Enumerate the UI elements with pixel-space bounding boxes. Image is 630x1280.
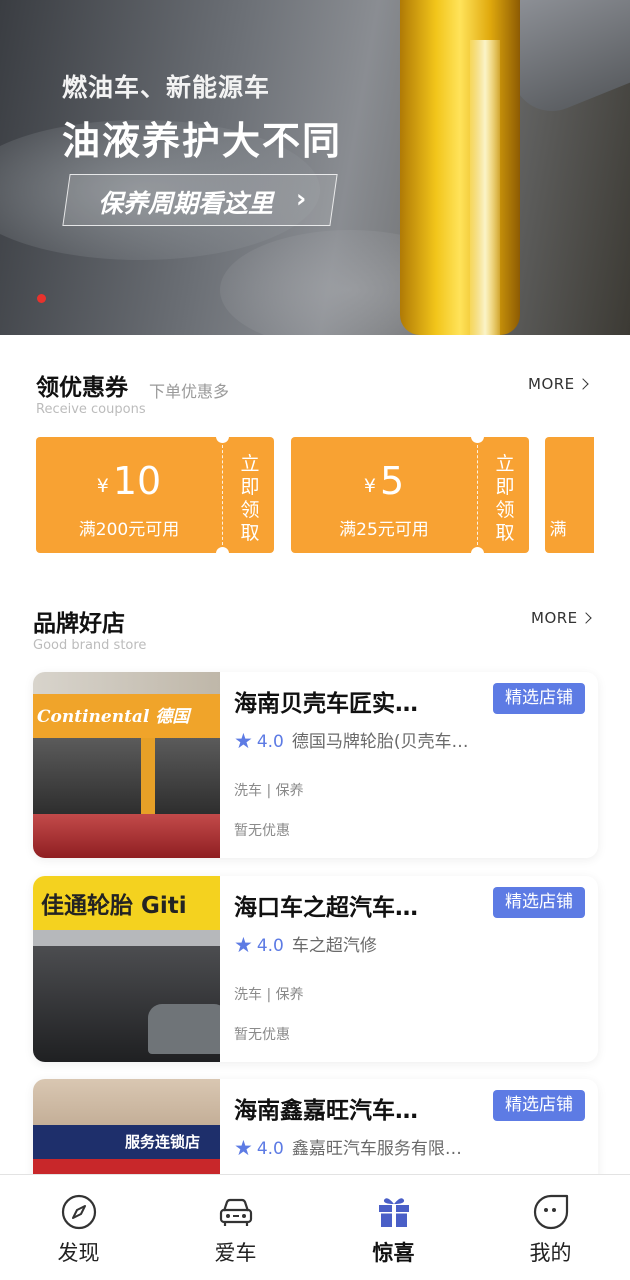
coupon-condition: 满 xyxy=(549,520,567,540)
tab-label[interactable]: 惊喜 xyxy=(315,1237,472,1267)
featured-store-badge: 精选店铺 xyxy=(493,683,585,714)
chevron-right-icon xyxy=(579,612,592,624)
store-subname: 德国马牌轮胎(贝壳车… xyxy=(291,732,469,752)
coupon-value: 10 xyxy=(112,459,162,503)
star-icon: ★ xyxy=(234,933,253,956)
star-icon: ★ xyxy=(234,729,253,752)
oil-stream-highlight xyxy=(470,40,500,335)
photo-shop-interior xyxy=(33,738,220,814)
coupon-card-partial[interactable]: 满 xyxy=(545,437,594,553)
banner-cta-label[interactable]: 保养周期看这里 xyxy=(98,184,273,220)
coupons-section-subtitle: 下单优惠多 xyxy=(149,382,230,401)
coupons-section-en-label: Receive coupons xyxy=(36,402,146,417)
chevron-right-icon xyxy=(576,378,589,390)
store-photo[interactable]: Continental 德国 xyxy=(33,672,220,858)
more-label[interactable]: MORE xyxy=(528,375,575,393)
store-service-tags: 洗车 | 保养 xyxy=(234,783,304,799)
store-name[interactable]: 海南鑫嘉旺汽车… xyxy=(234,1091,484,1125)
photo-building xyxy=(33,672,220,694)
photo-car xyxy=(148,1004,220,1054)
stores-section-title: 品牌好店 xyxy=(33,611,125,637)
coupon-amount: ¥10 xyxy=(36,459,222,503)
tab-surprise[interactable]: 惊喜 xyxy=(315,1175,472,1280)
photo-sign-text: 服务连锁店 xyxy=(125,1133,201,1151)
tab-label[interactable]: 发现 xyxy=(0,1237,157,1267)
claim-coupon-button[interactable]: 立即领取 xyxy=(238,453,262,545)
car-icon xyxy=(219,1198,253,1226)
oil-stream-image xyxy=(400,0,520,335)
photo-band xyxy=(33,930,220,946)
chevron-right-icon[interactable]: › xyxy=(296,184,306,213)
coupon-condition: 满200元可用 xyxy=(78,520,180,540)
banner-subtitle: 燃油车、新能源车 xyxy=(62,73,271,102)
tab-profile[interactable]: 我的 xyxy=(472,1175,629,1280)
store-photo[interactable]: 佳通轮胎 Giti xyxy=(33,876,220,1062)
store-rating: 4.0 xyxy=(256,936,284,956)
store-promo-status: 暂无优惠 xyxy=(234,823,290,839)
store-name[interactable]: 海南贝壳车匠实… xyxy=(234,684,484,718)
star-icon: ★ xyxy=(234,1136,253,1159)
coupon-notch xyxy=(471,547,484,553)
promo-banner[interactable]: 燃油车、新能源车 油液养护大不同 保养周期看这里 › xyxy=(0,0,630,335)
store-card[interactable]: 佳通轮胎 Giti 海口车之超汽车… 精选店铺 ★ 4.0 车之超汽修 洗车 | 保… xyxy=(33,876,598,1062)
currency-symbol: ¥ xyxy=(96,475,109,497)
store-rating-row: ★ 4.0 鑫嘉旺汽车服务有限… xyxy=(234,1134,589,1159)
tab-my-car[interactable]: 爱车 xyxy=(157,1175,314,1280)
compass-icon xyxy=(61,1194,97,1230)
coupon-list[interactable]: ¥10 满200元可用 立即领取 ¥5 满25元可用 立即领取 满 xyxy=(36,437,594,553)
featured-store-badge: 精选店铺 xyxy=(493,887,585,918)
app-page: 燃油车、新能源车 油液养护大不同 保养周期看这里 › 领优惠券 下单优惠多 Re… xyxy=(0,0,630,1280)
coupon-card[interactable]: ¥10 满200元可用 立即领取 xyxy=(36,437,274,553)
photo-sign-text: Continental 德国 xyxy=(37,707,190,727)
store-rating: 4.0 xyxy=(256,1139,284,1159)
stores-section-en-label: Good brand store xyxy=(33,638,147,653)
photo-pillar xyxy=(141,738,155,814)
store-service-tags: 洗车 | 保养 xyxy=(234,987,304,1003)
store-rating-row: ★ 4.0 车之超汽修 xyxy=(234,931,589,956)
carousel-indicator-active[interactable] xyxy=(37,294,46,303)
coupon-amount: ¥5 xyxy=(291,459,477,503)
store-card[interactable]: Continental 德国 海南贝壳车匠实… 精选店铺 ★ 4.0 德国马牌轮胎(… xyxy=(33,672,598,858)
gift-icon xyxy=(379,1198,409,1227)
coupons-section-title: 领优惠券 xyxy=(36,375,128,401)
store-subname: 鑫嘉旺汽车服务有限… xyxy=(291,1139,462,1159)
store-rating: 4.0 xyxy=(256,732,284,752)
more-label[interactable]: MORE xyxy=(531,609,578,627)
currency-symbol: ¥ xyxy=(363,475,376,497)
store-rating-row: ★ 4.0 德国马牌轮胎(贝壳车… xyxy=(234,727,589,752)
coupon-value: 5 xyxy=(379,459,405,503)
photo-sign-text: 佳通轮胎 Giti xyxy=(41,893,187,919)
stores-more-link[interactable]: MORE xyxy=(531,609,592,627)
banner-title: 油液养护大不同 xyxy=(62,119,343,163)
coupons-more-link[interactable]: MORE xyxy=(528,375,589,393)
coupon-notch xyxy=(216,437,229,443)
profile-icon xyxy=(533,1194,569,1230)
coupon-condition: 满25元可用 xyxy=(339,520,429,540)
store-subname: 车之超汽修 xyxy=(291,936,377,956)
tab-label[interactable]: 我的 xyxy=(472,1237,629,1267)
coupon-notch xyxy=(216,547,229,553)
store-promo-status: 暂无优惠 xyxy=(234,1027,290,1043)
tab-discover[interactable]: 发现 xyxy=(0,1175,157,1280)
featured-store-badge: 精选店铺 xyxy=(493,1090,585,1121)
store-name[interactable]: 海口车之超汽车… xyxy=(234,888,484,922)
tab-label[interactable]: 爱车 xyxy=(157,1237,314,1267)
coupon-notch xyxy=(471,437,484,443)
photo-red-car xyxy=(33,814,220,858)
bottom-tab-bar: 发现 爱车 惊喜 我的 xyxy=(0,1174,630,1280)
coupon-divider xyxy=(222,445,223,545)
